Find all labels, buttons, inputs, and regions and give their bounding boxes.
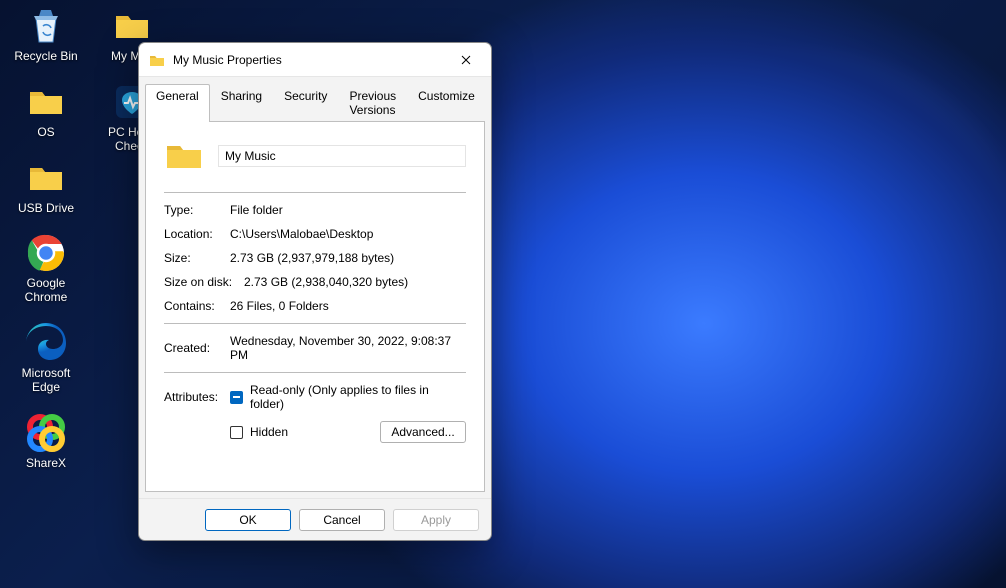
folder-icon [26, 82, 66, 122]
edge-icon [26, 323, 66, 363]
created-label: Created: [164, 341, 230, 355]
dialog-footer: OK Cancel Apply [139, 498, 491, 540]
usb-folder-label: USB Drive [18, 202, 74, 216]
separator [164, 372, 466, 373]
cancel-button[interactable]: Cancel [299, 509, 385, 531]
size-on-disk-row: Size on disk: 2.73 GB (2,938,040,320 byt… [164, 275, 466, 289]
folder-icon [26, 158, 66, 198]
microsoft-edge[interactable]: Microsoft Edge [12, 323, 80, 395]
edge-label: Microsoft Edge [12, 367, 80, 395]
close-icon [461, 55, 471, 65]
type-value: File folder [230, 203, 283, 217]
advanced-wrap: Advanced... [380, 421, 466, 443]
size-label: Size: [164, 251, 230, 265]
tab-customize[interactable]: Customize [407, 84, 486, 122]
folder-icon [112, 6, 152, 46]
contains-row: Contains: 26 Files, 0 Folders [164, 299, 466, 313]
contains-value: 26 Files, 0 Folders [230, 299, 329, 313]
name-row [164, 136, 466, 176]
apply-button[interactable]: Apply [393, 509, 479, 531]
separator [164, 192, 466, 193]
size-value: 2.73 GB (2,937,979,188 bytes) [230, 251, 394, 265]
recycle-bin-icon [26, 6, 66, 46]
hidden-checkbox[interactable] [230, 426, 243, 439]
os-folder-label: OS [37, 126, 54, 140]
advanced-button[interactable]: Advanced... [380, 421, 466, 443]
readonly-label: Read-only (Only applies to files in fold… [250, 383, 466, 411]
titlebar[interactable]: My Music Properties [139, 43, 491, 77]
sharex-icon [26, 413, 66, 453]
close-button[interactable] [445, 45, 487, 75]
location-value: C:\Users\Malobae\Desktop [230, 227, 373, 241]
usb-folder[interactable]: USB Drive [12, 158, 80, 216]
os-folder[interactable]: OS [12, 82, 80, 140]
chrome-icon [26, 233, 66, 273]
folder-name-input[interactable] [218, 145, 466, 167]
recycle-bin[interactable]: Recycle Bin [12, 6, 80, 64]
readonly-checkbox[interactable] [230, 391, 243, 404]
location-label: Location: [164, 227, 230, 241]
properties-dialog: My Music Properties General Sharing Secu… [138, 42, 492, 541]
dialog-title: My Music Properties [173, 53, 445, 67]
attributes-row: Attributes: Read-only (Only applies to f… [164, 383, 466, 411]
sharex[interactable]: ShareX [12, 413, 80, 471]
tab-previous-versions[interactable]: Previous Versions [338, 84, 407, 122]
google-chrome[interactable]: Google Chrome [12, 233, 80, 305]
folder-icon [164, 136, 204, 176]
type-row: Type: File folder [164, 203, 466, 217]
tab-security[interactable]: Security [273, 84, 338, 122]
sharex-label: ShareX [26, 457, 66, 471]
separator [164, 323, 466, 324]
desktop-col-1: Recycle Bin OS USB Drive Google Chrome M… [12, 6, 80, 470]
tabs: General Sharing Security Previous Versio… [139, 77, 491, 121]
tab-general[interactable]: General [145, 84, 210, 122]
tab-body-general: Type: File folder Location: C:\Users\Mal… [145, 121, 485, 492]
size-on-disk-value: 2.73 GB (2,938,040,320 bytes) [244, 275, 408, 289]
ok-button[interactable]: OK [205, 509, 291, 531]
folder-icon [149, 52, 165, 68]
size-row: Size: 2.73 GB (2,937,979,188 bytes) [164, 251, 466, 265]
hidden-row: Hidden Advanced... [164, 421, 466, 443]
recycle-bin-label: Recycle Bin [14, 50, 77, 64]
tab-sharing[interactable]: Sharing [210, 84, 273, 122]
created-value: Wednesday, November 30, 2022, 9:08:37 PM [230, 334, 466, 362]
location-row: Location: C:\Users\Malobae\Desktop [164, 227, 466, 241]
contains-label: Contains: [164, 299, 230, 313]
hidden-label: Hidden [250, 425, 288, 439]
chrome-label: Google Chrome [12, 277, 80, 305]
type-label: Type: [164, 203, 230, 217]
size-on-disk-label: Size on disk: [164, 275, 244, 289]
created-row: Created: Wednesday, November 30, 2022, 9… [164, 334, 466, 362]
attributes-label: Attributes: [164, 390, 230, 404]
